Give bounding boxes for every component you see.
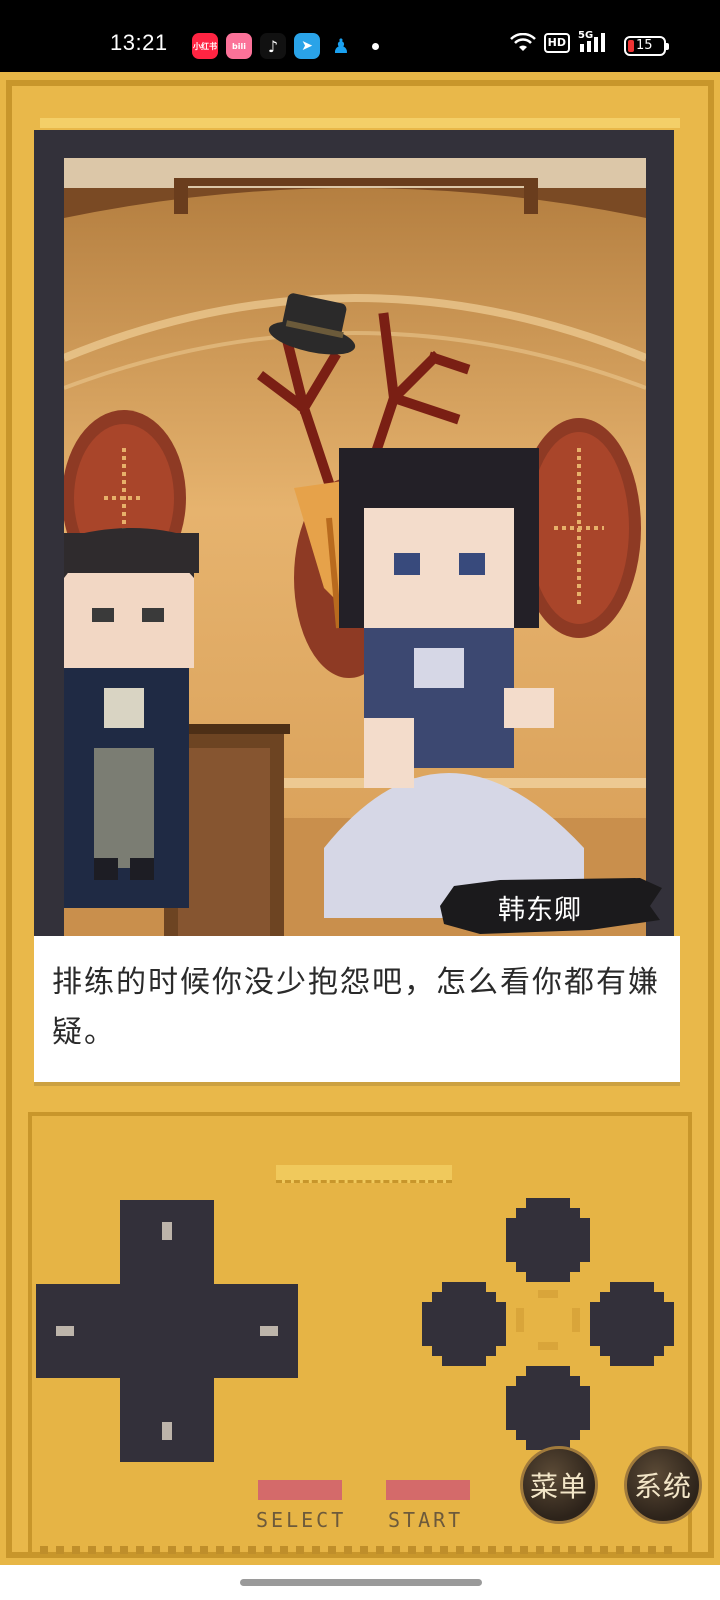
select-button[interactable] — [258, 1480, 342, 1500]
select-label: SELECT — [256, 1508, 347, 1532]
signal-icon: 5G — [578, 30, 612, 54]
button-indicator — [538, 1342, 558, 1350]
action-button-bottom[interactable] — [506, 1366, 590, 1450]
dpad-left-indicator — [56, 1326, 74, 1336]
button-indicator — [572, 1308, 580, 1332]
menu-button[interactable]: 菜单 — [520, 1446, 598, 1524]
dpad-down-indicator — [162, 1422, 172, 1440]
dpad-right-indicator — [260, 1326, 278, 1336]
speaker-grille — [276, 1165, 452, 1183]
character-male — [64, 528, 199, 908]
qq-icon: ♟ — [328, 33, 354, 59]
notification-icons: 小红书 bili ♪ ➤ ♟ — [192, 33, 379, 59]
xiaohongshu-icon: 小红书 — [192, 33, 218, 59]
navigation-bar — [0, 1565, 720, 1600]
console-highlight — [40, 118, 680, 128]
status-bar: 13:21 小红书 bili ♪ ➤ ♟ HD 5G 15 — [0, 0, 720, 72]
system-button[interactable]: 系统 — [624, 1446, 702, 1524]
start-label: START — [388, 1508, 464, 1532]
dpad-up-indicator — [162, 1222, 172, 1240]
action-button-right[interactable] — [590, 1282, 674, 1366]
tiktok-icon: ♪ — [260, 33, 286, 59]
clock: 13:21 — [110, 30, 168, 55]
battery-icon: 15 — [624, 36, 669, 56]
dpad[interactable] — [36, 1200, 298, 1462]
telegram-icon: ➤ — [294, 33, 320, 59]
game-scene[interactable] — [64, 158, 646, 940]
action-button-left[interactable] — [422, 1282, 506, 1366]
scene-illustration — [64, 158, 646, 940]
hd-badge: HD — [543, 33, 570, 53]
speaker-nametag: 韩东卿 — [440, 876, 662, 934]
dialog-text: 排练的时候你没少抱怨吧，怎么看你都有嫌疑。 — [52, 965, 660, 1050]
speaker-name: 韩东卿 — [498, 895, 582, 926]
dialog-box[interactable]: 排练的时候你没少抱怨吧，怎么看你都有嫌疑。 — [34, 936, 680, 1082]
home-gesture-bar[interactable] — [240, 1579, 482, 1586]
bottom-trim — [40, 1546, 680, 1554]
action-button-top[interactable] — [506, 1198, 590, 1282]
bilibili-icon: bili — [226, 33, 252, 59]
button-indicator — [516, 1308, 524, 1332]
button-indicator — [538, 1290, 558, 1298]
more-notifications-dot — [372, 42, 379, 50]
wifi-icon — [509, 33, 536, 51]
start-button[interactable] — [386, 1480, 470, 1500]
